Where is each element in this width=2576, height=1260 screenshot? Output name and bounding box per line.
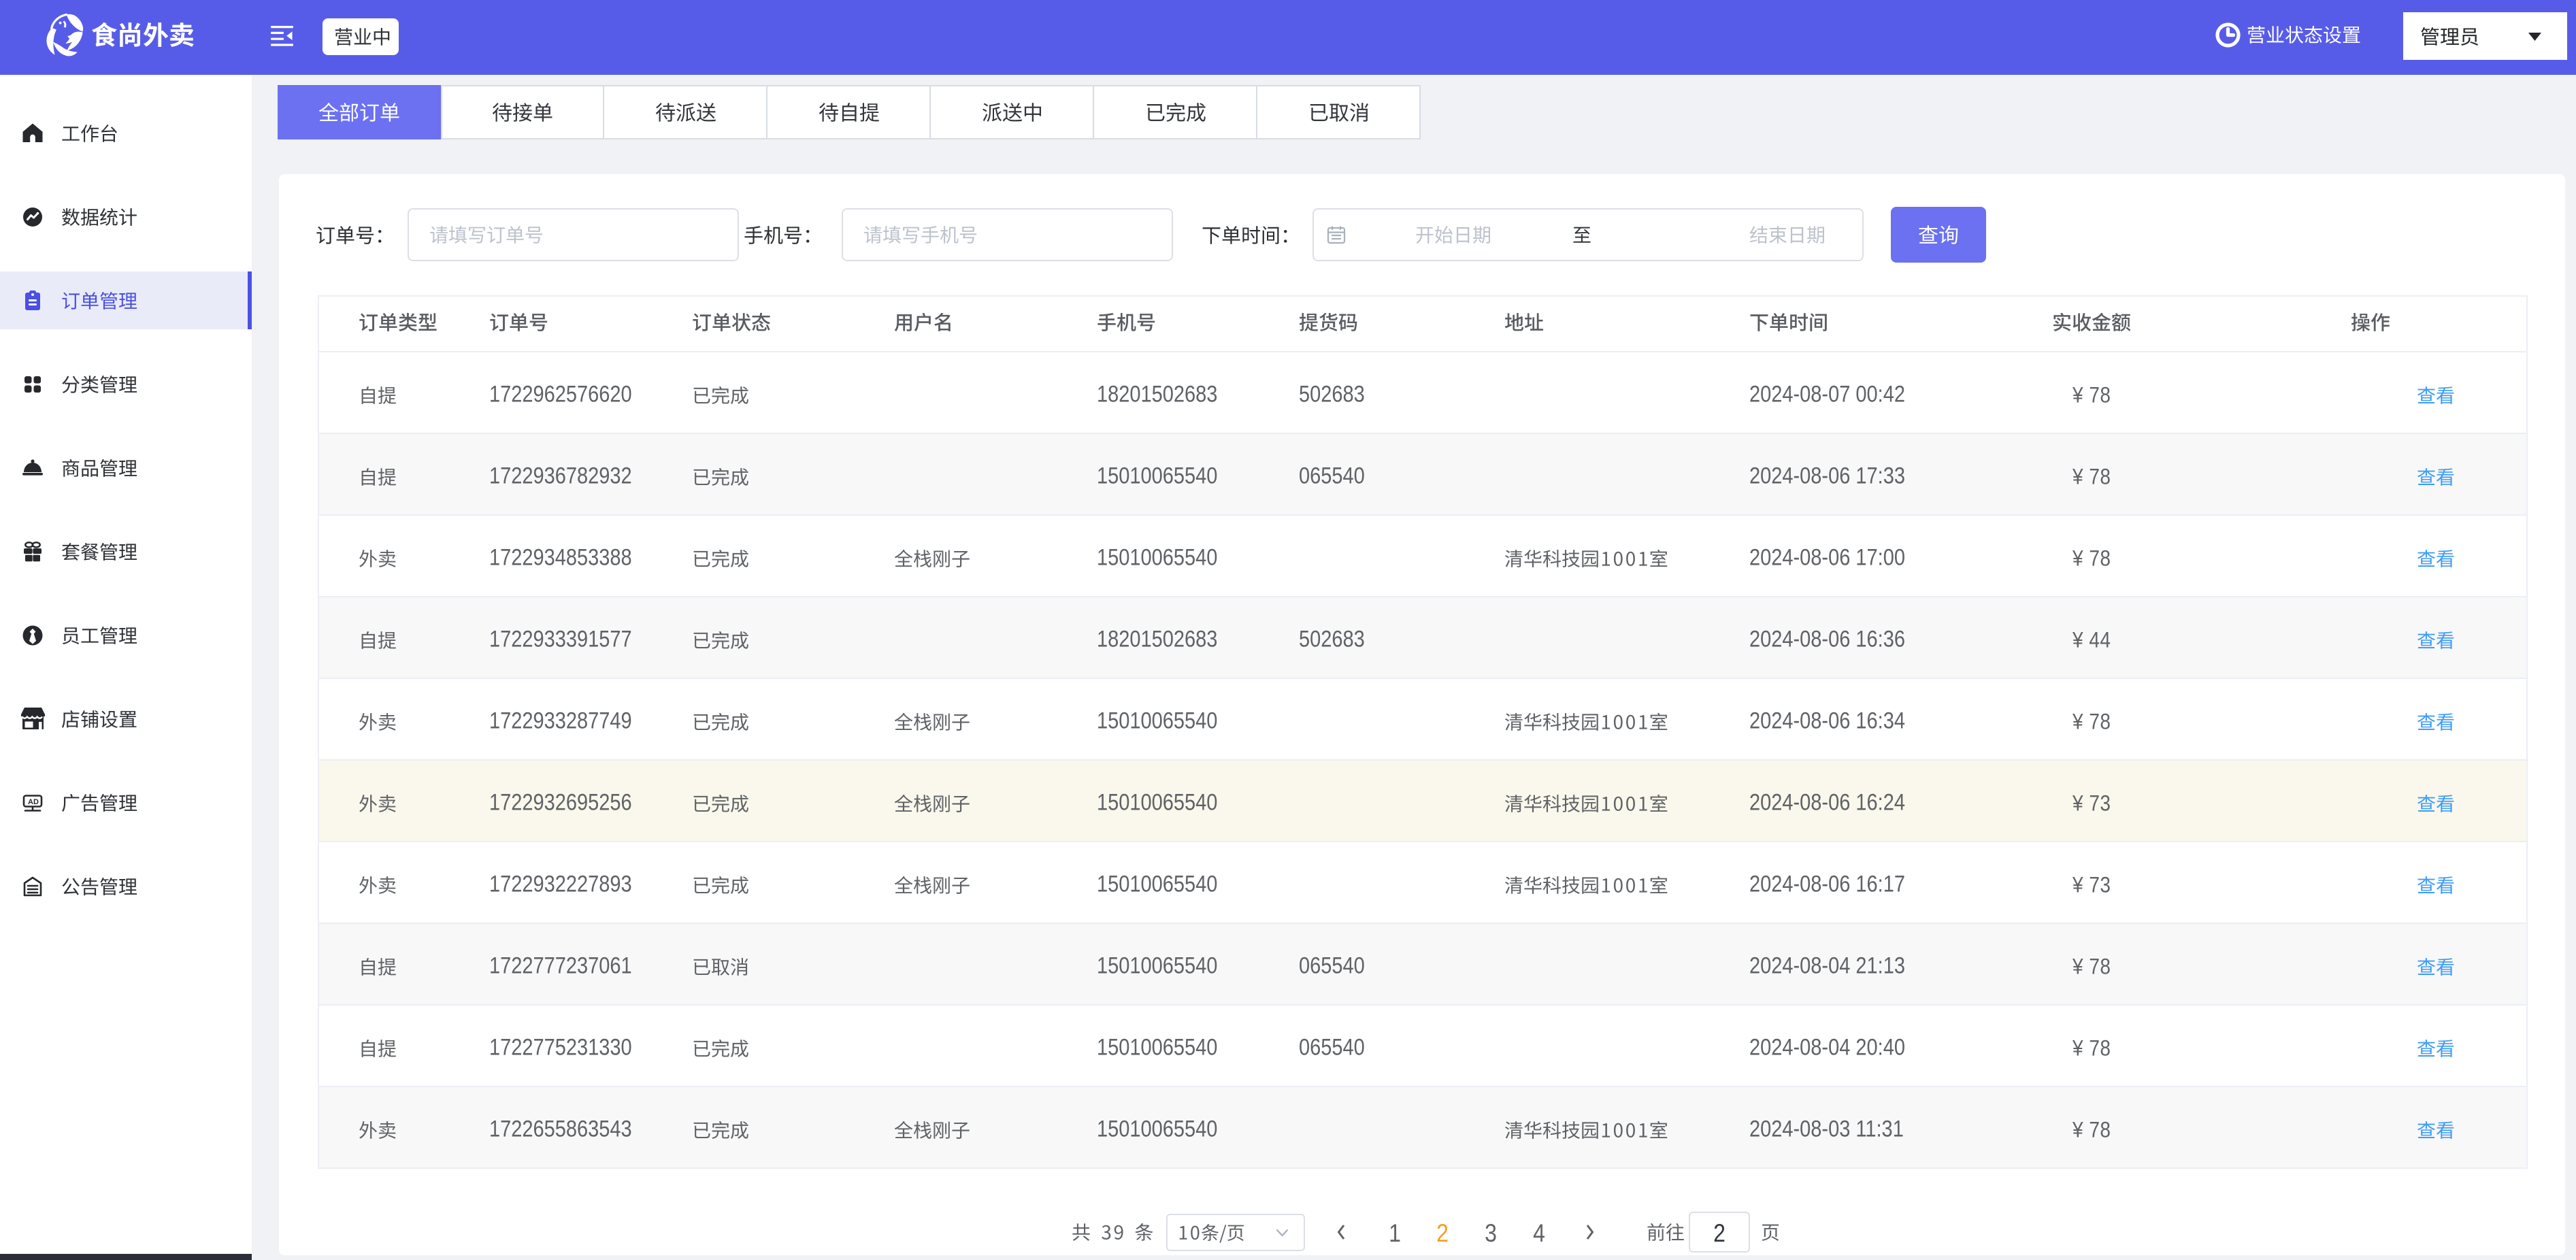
svg-text:AD: AD [28, 798, 39, 806]
